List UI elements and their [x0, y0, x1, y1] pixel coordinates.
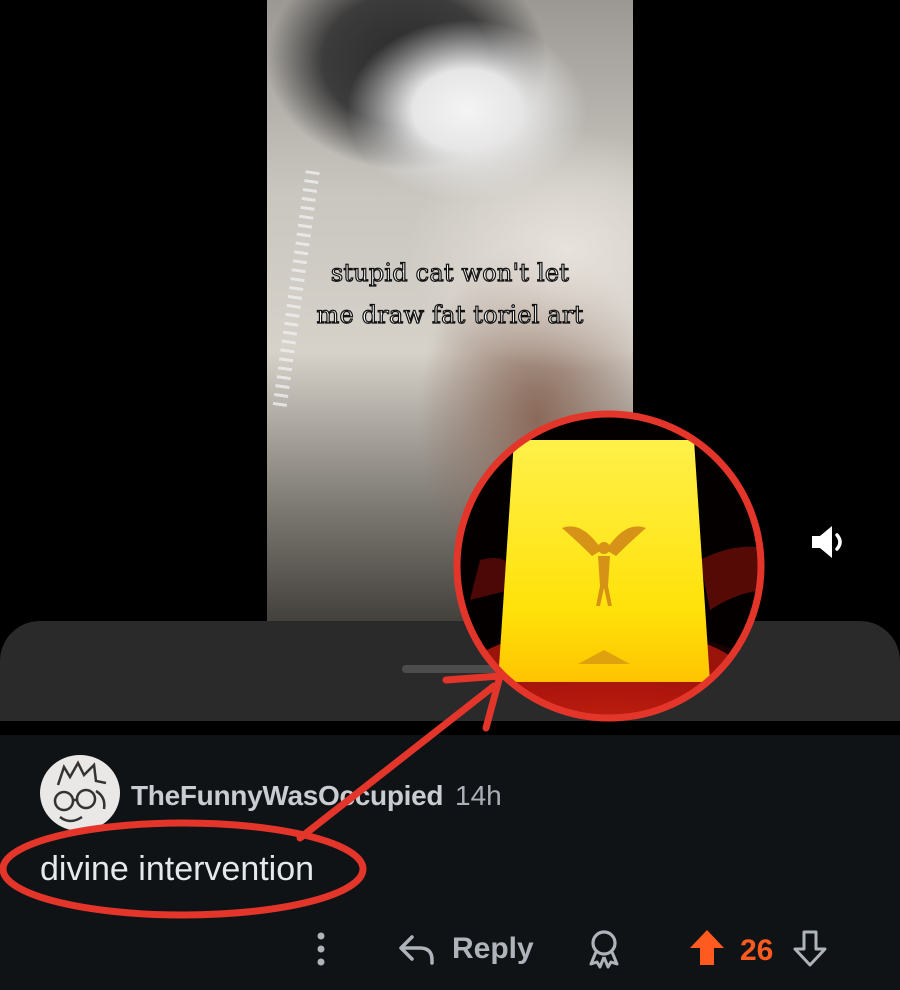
video-caption: stupid cat won't let me draw fat toriel …: [267, 252, 633, 336]
vote-score: 26: [740, 934, 774, 967]
video-caption-line-2: me draw fat toriel art: [316, 300, 584, 329]
avatar-drawing-icon: [53, 760, 107, 823]
award-icon[interactable]: [584, 927, 624, 969]
comment-body: divine intervention: [40, 850, 315, 888]
vertical-ellipsis-icon[interactable]: [306, 928, 336, 970]
reply-arrow-icon: [399, 935, 434, 965]
reply-label: Reply: [452, 932, 534, 965]
sheet-grab-handle[interactable]: [402, 665, 498, 673]
comment-timestamp: 14h: [455, 780, 502, 811]
speaker-icon[interactable]: [808, 522, 852, 562]
downvote-arrow-icon[interactable]: [790, 927, 830, 969]
video-caption-line-1: stupid cat won't let: [330, 258, 570, 287]
reply-button[interactable]: Reply: [396, 926, 534, 972]
video-player[interactable]: stupid cat won't let me draw fat toriel …: [0, 0, 900, 720]
bottom-sheet[interactable]: [0, 621, 900, 721]
video-frame[interactable]: stupid cat won't let me draw fat toriel …: [267, 0, 633, 640]
comment-username[interactable]: TheFunnyWasOccupied: [131, 780, 443, 812]
avatar[interactable]: [40, 755, 120, 831]
upvote-arrow-icon[interactable]: [687, 927, 727, 969]
comment-actions: Reply 26: [0, 920, 900, 980]
